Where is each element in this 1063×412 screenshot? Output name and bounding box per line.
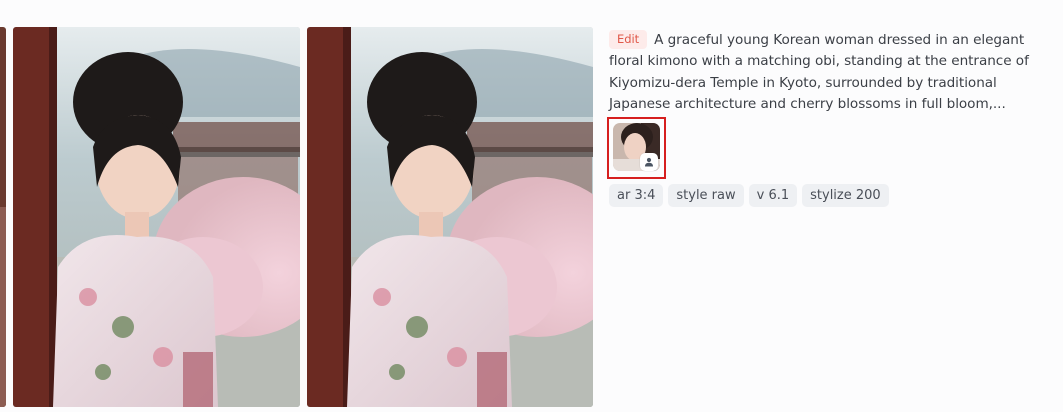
prompt-text-block: Edit A graceful young Korean woman dresse… (609, 30, 1049, 115)
image-graphic (13, 27, 300, 407)
edit-button[interactable]: Edit (609, 30, 648, 49)
generated-image-1[interactable] (13, 27, 300, 407)
generated-image-partial[interactable] (0, 27, 6, 407)
param-version[interactable]: v 6.1 (748, 184, 798, 207)
param-style[interactable]: style raw (668, 184, 744, 207)
person-icon (640, 153, 658, 171)
prompt-text: A graceful young Korean woman dressed in… (609, 32, 1029, 112)
generated-image-2[interactable] (307, 27, 593, 407)
param-stylize[interactable]: stylize 200 (802, 184, 889, 207)
parameter-chips: ar 3:4 style raw v 6.1 stylize 200 (609, 184, 889, 207)
reference-image-highlight (607, 117, 666, 179)
image-graphic (307, 27, 593, 407)
image-graphic (0, 27, 6, 407)
param-aspect-ratio[interactable]: ar 3:4 (609, 184, 664, 207)
